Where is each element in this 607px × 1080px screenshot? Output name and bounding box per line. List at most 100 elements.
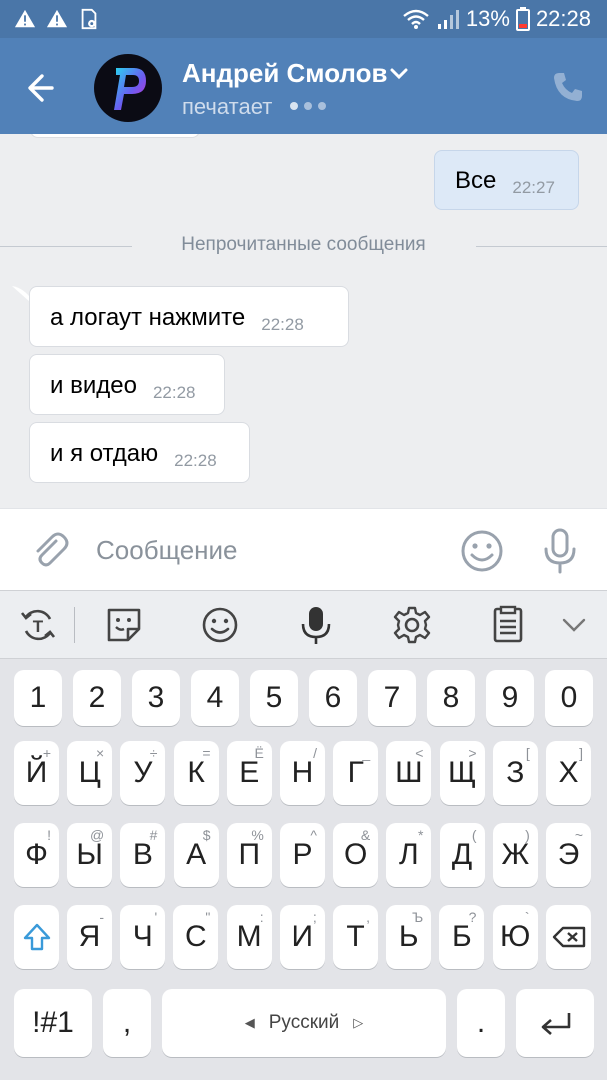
- smiley-icon[interactable]: [460, 529, 504, 573]
- key-letter[interactable]: О &: [333, 823, 379, 887]
- key-label: Р: [292, 838, 313, 871]
- avatar[interactable]: [94, 54, 162, 122]
- key-5[interactable]: 5: [250, 670, 298, 726]
- key-4[interactable]: 4: [191, 670, 239, 726]
- key-letter[interactable]: ЕЁ: [226, 741, 272, 805]
- key-letter[interactable]: Ф!: [14, 823, 59, 887]
- key-8[interactable]: 8: [427, 670, 475, 726]
- key-letter[interactable]: Ц ×: [67, 741, 113, 805]
- incoming-message[interactable]: а логаут нажмите 22:28: [29, 286, 349, 347]
- key-secondary-label: Ъ: [412, 909, 424, 925]
- language-label: Русский: [268, 1012, 340, 1033]
- shift-key[interactable]: [14, 905, 59, 969]
- key-label: Ы: [76, 838, 103, 871]
- message-list[interactable]: Все 22:27 Непрочитанные сообщения а лога…: [0, 134, 607, 508]
- key-label: 6: [324, 681, 342, 714]
- emoji-icon[interactable]: [200, 605, 240, 645]
- message-input[interactable]: [96, 529, 426, 571]
- paperclip-icon[interactable]: [28, 529, 70, 571]
- key-7[interactable]: 7: [368, 670, 416, 726]
- key-letter[interactable]: Ш <: [386, 741, 432, 805]
- key-secondary-label: ": [205, 909, 211, 925]
- key-letter[interactable]: Й +: [14, 741, 59, 805]
- voice-input-icon[interactable]: [296, 605, 336, 645]
- key-letter[interactable]: Х]: [546, 741, 591, 805]
- signal-icon: [437, 10, 459, 29]
- key-label: 3: [147, 681, 165, 714]
- key-secondary-label: !: [47, 827, 51, 843]
- comma-key[interactable]: ,: [103, 989, 151, 1057]
- key-0[interactable]: 0: [545, 670, 593, 726]
- key-letter[interactable]: Р ^: [280, 823, 325, 887]
- key-letter[interactable]: К =: [173, 741, 219, 805]
- key-letter[interactable]: П%: [226, 823, 272, 887]
- key-letter[interactable]: М:: [226, 905, 272, 969]
- key-3[interactable]: 3: [132, 670, 180, 726]
- key-letter[interactable]: Б?: [439, 905, 485, 969]
- key-letter[interactable]: Н /: [280, 741, 325, 805]
- enter-key[interactable]: [516, 989, 594, 1057]
- key-6[interactable]: 6: [309, 670, 357, 726]
- contact-name[interactable]: Андрей Смолов: [182, 58, 387, 89]
- key-label: 5: [265, 681, 283, 714]
- key-label: Ж: [501, 838, 530, 871]
- translate-icon[interactable]: T: [18, 605, 58, 645]
- period-key[interactable]: .: [457, 989, 505, 1057]
- key-letter[interactable]: Л *: [386, 823, 432, 887]
- key-letter[interactable]: Ж): [492, 823, 538, 887]
- message-time: 22:28: [152, 383, 196, 402]
- key-letter[interactable]: Ю `: [492, 905, 538, 969]
- key-letter[interactable]: Я-: [67, 905, 112, 969]
- incoming-message[interactable]: и видео 22:28: [29, 354, 225, 415]
- key-letter[interactable]: Г _: [333, 741, 379, 805]
- warning-icon: [46, 9, 68, 28]
- key-2[interactable]: 2: [73, 670, 121, 726]
- message-text: и я отдаю: [50, 440, 159, 467]
- clipboard-icon[interactable]: [488, 605, 528, 645]
- space-key[interactable]: ◀ Русский ▷: [162, 989, 446, 1057]
- key-letter[interactable]: Щ >: [439, 741, 485, 805]
- key-label: П: [238, 838, 261, 871]
- right-triangle-icon: ▷: [353, 1015, 364, 1030]
- key-letter[interactable]: Э ~: [546, 823, 591, 887]
- key-label: Ю: [499, 920, 531, 953]
- key-1[interactable]: 1: [14, 670, 62, 726]
- collapse-chevron-icon[interactable]: [554, 605, 594, 645]
- key-letter[interactable]: Т,: [333, 905, 378, 969]
- key-label: Х: [558, 756, 579, 789]
- settings-icon[interactable]: [392, 605, 432, 645]
- message-text: и видео: [50, 372, 137, 399]
- key-secondary-label: [: [525, 745, 530, 761]
- back-arrow-icon[interactable]: [22, 68, 70, 108]
- phone-icon[interactable]: [551, 70, 585, 104]
- key-letter[interactable]: И;: [279, 905, 325, 969]
- key-label: О: [344, 838, 368, 871]
- key-letter[interactable]: З[: [492, 741, 538, 805]
- key-secondary-label: &: [360, 827, 371, 843]
- chevron-down-icon[interactable]: [388, 66, 410, 82]
- unread-divider-label: Непрочитанные сообщения: [181, 234, 426, 255]
- incoming-message[interactable]: и я отдаю 22:28: [29, 422, 250, 483]
- key-letter[interactable]: У ÷: [120, 741, 166, 805]
- key-secondary-label: ,: [366, 909, 370, 925]
- key-letter[interactable]: Д(: [439, 823, 485, 887]
- key-letter[interactable]: Ы @: [67, 823, 113, 887]
- microphone-icon[interactable]: [540, 527, 580, 575]
- key-letter[interactable]: ЬЪ: [386, 905, 432, 969]
- key-letter[interactable]: Ч ': [120, 905, 166, 969]
- key-letter[interactable]: А $: [173, 823, 219, 887]
- outgoing-message[interactable]: Все 22:27: [434, 150, 579, 210]
- symbols-key[interactable]: !#1: [14, 989, 92, 1057]
- key-letter[interactable]: В #: [120, 823, 166, 887]
- sticker-icon[interactable]: [104, 605, 144, 645]
- key-label: Т: [346, 920, 365, 953]
- key-label: Н: [291, 756, 314, 789]
- key-label: В: [132, 838, 153, 871]
- backspace-key[interactable]: [546, 905, 591, 969]
- key-9[interactable]: 9: [486, 670, 534, 726]
- toolbar-separator: [74, 607, 75, 643]
- typing-status: печатает: [182, 94, 273, 119]
- key-secondary-label: ÷: [149, 745, 158, 761]
- space-label: ◀ Русский ▷: [245, 1012, 364, 1034]
- key-letter[interactable]: С ": [173, 905, 219, 969]
